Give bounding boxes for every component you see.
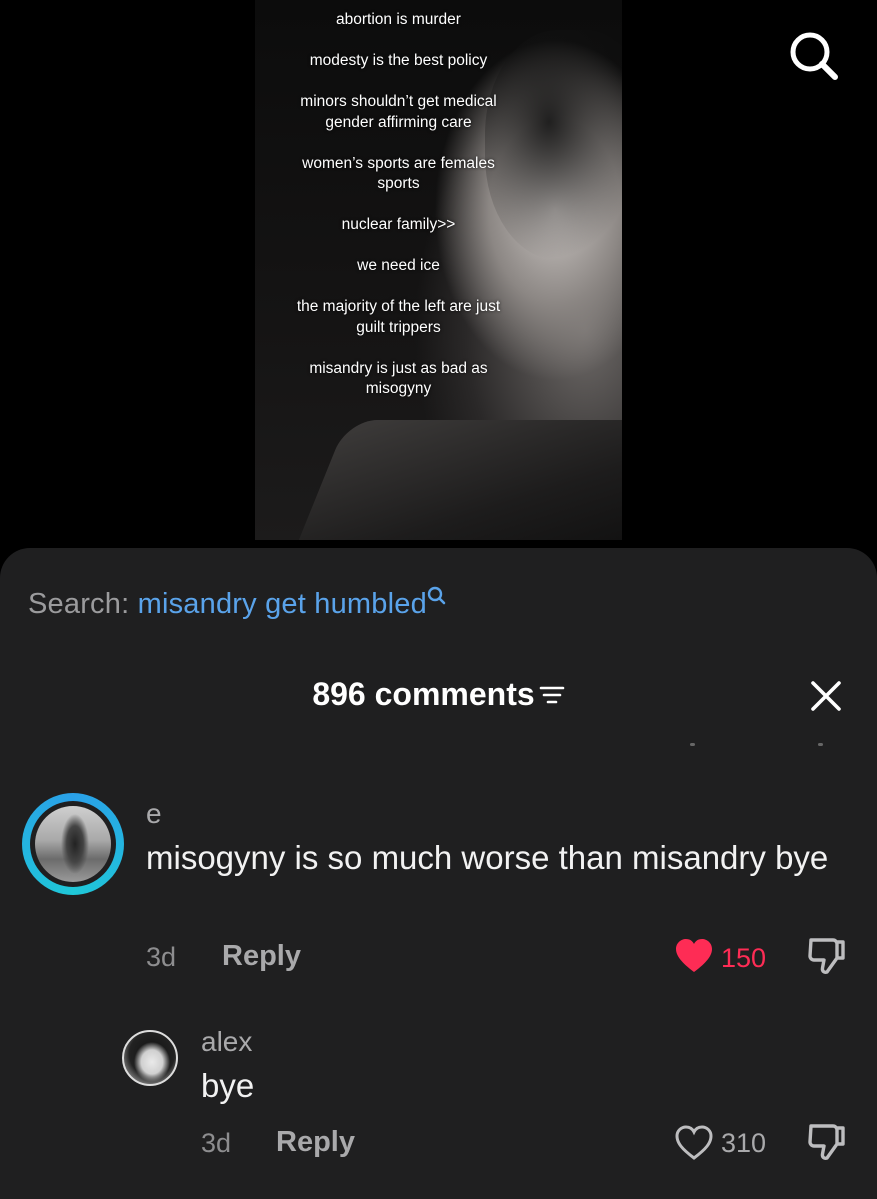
thumbs-down-icon[interactable] (805, 936, 847, 976)
overlay-line: the majority of the left are just guilt … (296, 298, 501, 336)
search-icon (427, 586, 446, 605)
comment-username[interactable]: alex (201, 1026, 252, 1058)
avatar[interactable] (22, 793, 124, 895)
comment-text: bye (201, 1067, 255, 1104)
overlay-line: modesty is the best policy (309, 52, 488, 69)
overlay-line: nuclear family>> (341, 216, 456, 233)
thumbs-down-icon[interactable] (805, 1122, 847, 1162)
avatar-image (35, 806, 111, 882)
video-text-overlay: abortion is murder modesty is the best p… (255, 10, 542, 420)
reply-button[interactable]: Reply (222, 940, 301, 973)
divider-dot (818, 743, 823, 746)
comment-time: 3d (146, 942, 177, 972)
close-icon[interactable] (808, 678, 844, 714)
search-suggestion[interactable]: Search: misandry get humbled (28, 586, 447, 621)
search-term[interactable]: misandry get humbled (138, 588, 427, 620)
sort-icon[interactable] (539, 684, 565, 706)
comment-text: misogyny is so much worse than misandry … (146, 839, 829, 876)
comments-count-label: 896 comments (312, 676, 535, 712)
like-count: 150 (721, 943, 767, 973)
heart-outline-icon[interactable] (674, 1125, 714, 1161)
video-player[interactable]: abortion is murder modesty is the best p… (255, 0, 622, 540)
video-image-shoulder (282, 420, 622, 540)
divider-dot (690, 743, 695, 746)
avatar[interactable] (122, 1030, 178, 1086)
comments-count[interactable]: 896 comments (0, 676, 877, 713)
search-prefix: Search: (28, 588, 138, 620)
overlay-line: misandry is just as bad as misogyny (309, 359, 488, 398)
like-count: 310 (721, 1128, 767, 1158)
reply-button[interactable]: Reply (276, 1126, 355, 1159)
heart-filled-icon[interactable] (674, 938, 714, 974)
overlay-line: we need ice (357, 257, 440, 274)
comment-username[interactable]: e (146, 798, 162, 830)
overlay-line: women’s sports are females sports (302, 154, 495, 193)
comments-sheet: Search: misandry get humbled 896 comment… (0, 548, 877, 1199)
comment-time: 3d (201, 1128, 232, 1158)
overlay-line: minors shouldn’t get medical gender affi… (300, 93, 497, 131)
search-icon[interactable] (788, 30, 840, 82)
overlay-line: abortion is murder (336, 11, 461, 28)
